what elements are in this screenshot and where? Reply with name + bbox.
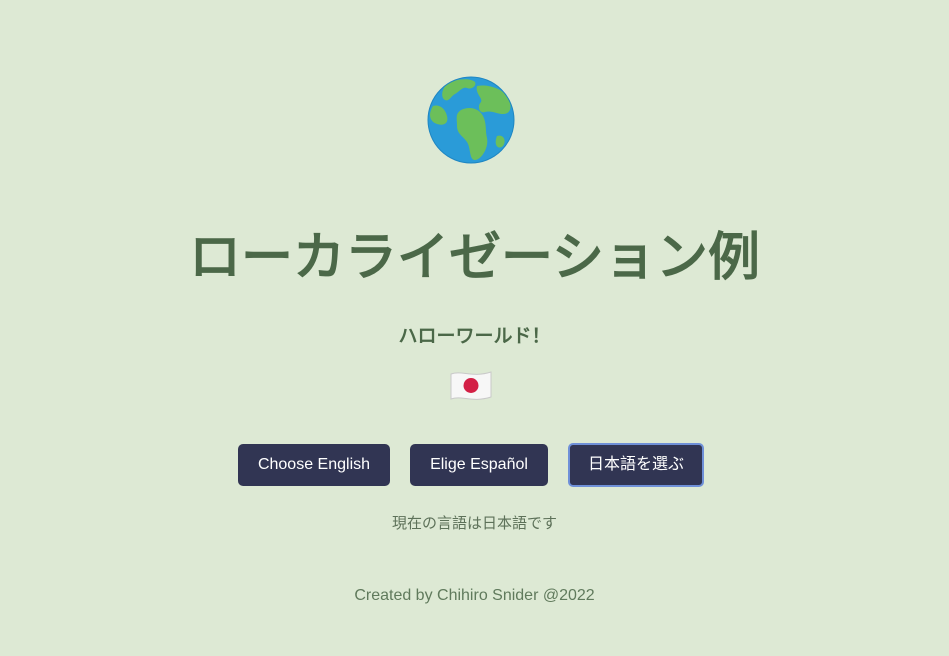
language-button-group: Choose English Elige Español 日本語を選ぶ — [0, 443, 949, 489]
choose-english-button[interactable]: Choose English — [238, 444, 390, 486]
japan-flag-icon — [450, 371, 492, 400]
current-language-text: 現在の言語は日本語です — [391, 514, 557, 532]
choose-japanese-button[interactable]: 日本語を選ぶ — [568, 443, 704, 487]
earth-globe-icon — [427, 76, 515, 164]
page-title: ローカライゼーション例 — [189, 228, 760, 288]
page: ローカライゼーション例 ハローワールド！ Choose English Elig… — [0, 0, 949, 656]
greeting-text: ハローワールド！ — [398, 325, 551, 347]
choose-spanish-button[interactable]: Elige Español — [410, 444, 548, 486]
footer-credit: Created by Chihiro Snider @2022 — [354, 587, 595, 604]
